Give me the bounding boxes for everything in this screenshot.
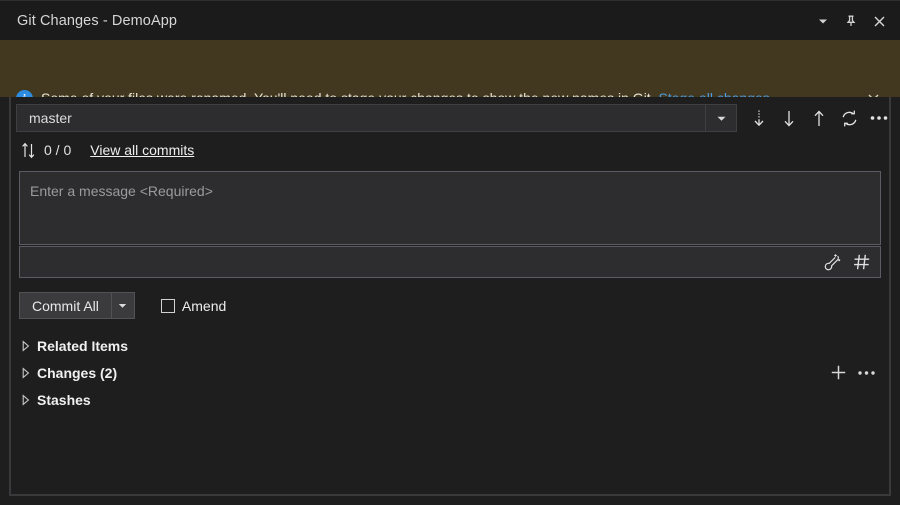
section-tree: Related Items Changes (2) — [9, 332, 891, 413]
view-all-commits-link[interactable]: View all commits — [90, 142, 194, 158]
title-bar-buttons — [810, 1, 892, 41]
more-icon[interactable] — [855, 362, 877, 384]
section-stashes[interactable]: Stashes — [9, 386, 891, 413]
amend-label: Amend — [182, 298, 226, 314]
chevron-down-icon[interactable] — [705, 105, 736, 131]
page-title: Git Changes - DemoApp — [17, 13, 177, 29]
section-changes[interactable]: Changes (2) — [9, 359, 891, 386]
git-changes-window: Git Changes - DemoApp i Some of your fil… — [0, 0, 900, 505]
pin-icon[interactable] — [838, 8, 864, 34]
commit-all-button[interactable]: Commit All — [19, 292, 135, 319]
push-icon[interactable] — [807, 105, 831, 131]
git-toolbar — [747, 104, 891, 132]
branch-name-label: master — [17, 110, 705, 126]
close-icon[interactable] — [866, 8, 892, 34]
amend-checkbox[interactable]: Amend — [161, 298, 226, 314]
commit-count-label: 0 / 0 — [44, 142, 71, 158]
section-label: Stashes — [37, 392, 91, 408]
work-item-icon[interactable] — [850, 250, 874, 274]
triangle-right-icon[interactable] — [15, 394, 37, 406]
up-down-arrows-icon — [17, 142, 39, 159]
chevron-down-icon[interactable] — [111, 293, 134, 318]
amend-checkbox-box[interactable] — [161, 299, 175, 313]
section-related-items[interactable]: Related Items — [9, 332, 891, 359]
changes-actions — [827, 359, 877, 386]
fetch-icon[interactable] — [747, 105, 771, 131]
commit-all-label: Commit All — [20, 298, 111, 314]
more-icon[interactable] — [867, 105, 891, 131]
commit-message-input[interactable]: Enter a message <Required> — [19, 171, 881, 245]
section-label: Changes (2) — [37, 365, 117, 381]
pull-icon[interactable] — [777, 105, 801, 131]
stage-all-icon[interactable] — [827, 362, 849, 384]
commit-message-placeholder: Enter a message <Required> — [30, 183, 213, 199]
branch-row: master — [9, 104, 891, 134]
sync-icon[interactable] — [837, 105, 861, 131]
commit-message-toolbar — [19, 246, 881, 278]
commit-actions-row: Commit All Amend — [19, 292, 226, 319]
section-label: Related Items — [37, 338, 128, 354]
dropdown-icon[interactable] — [810, 8, 836, 34]
title-bar: Git Changes - DemoApp — [0, 0, 900, 40]
commits-summary-row: 0 / 0 View all commits — [9, 139, 194, 161]
ai-generate-icon[interactable] — [820, 250, 844, 274]
notification-banner: i Some of your files were renamed. You'l… — [0, 40, 900, 97]
branch-selector[interactable]: master — [16, 104, 737, 132]
triangle-right-icon[interactable] — [15, 367, 37, 379]
triangle-right-icon[interactable] — [15, 340, 37, 352]
